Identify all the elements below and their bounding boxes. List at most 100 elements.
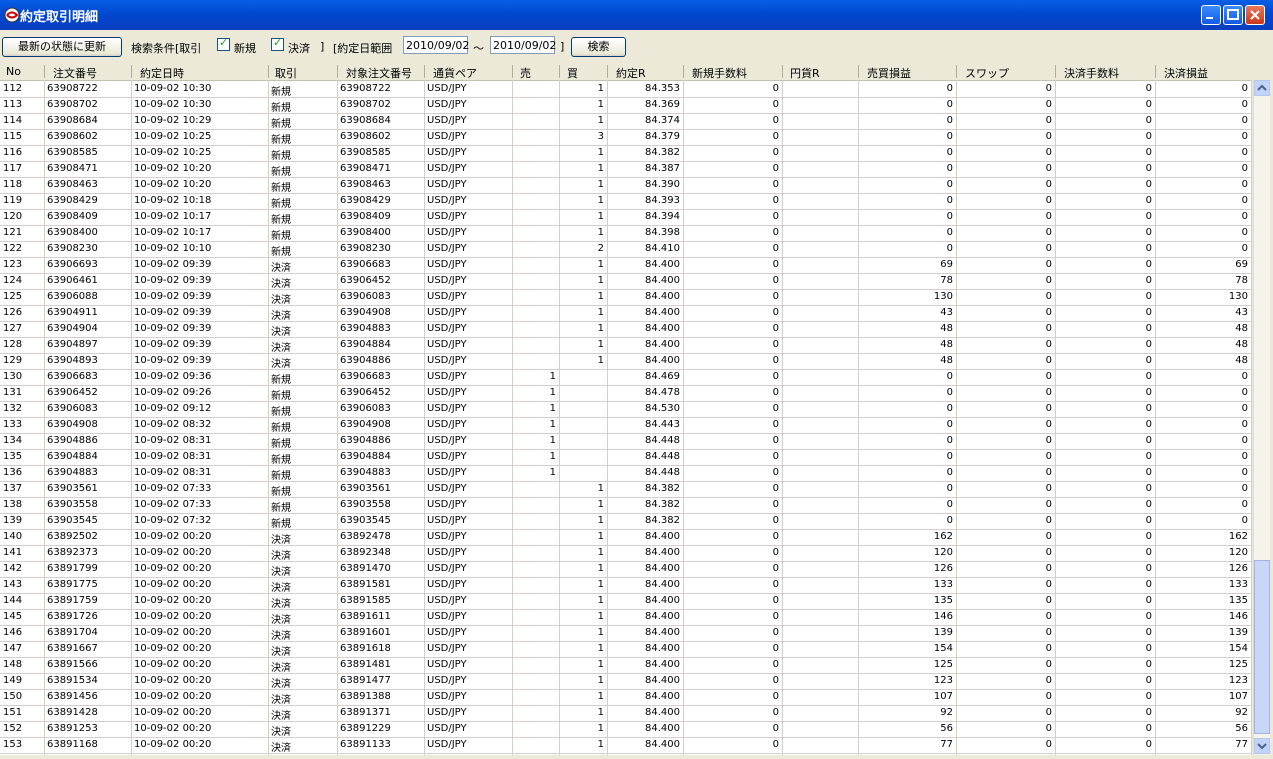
table-row[interactable]: 141 63892373 10-09-02 00:20 決済 63892348 USD/J… xyxy=(0,545,1252,562)
scroll-up-button[interactable] xyxy=(1254,80,1270,96)
column-header[interactable]: 売買損益 xyxy=(867,65,911,80)
table-row[interactable]: 112 63908722 10-09-02 10:30 新規 63908722 USD/J… xyxy=(0,81,1252,98)
table-row[interactable]: 128 63904897 10-09-02 09:39 決済 63904884 USD/J… xyxy=(0,337,1252,354)
column-header[interactable]: 注文番号 xyxy=(53,65,97,80)
table-row[interactable]: 136 63904883 10-09-02 08:31 新規 63904883 USD/J… xyxy=(0,465,1252,482)
table-cell: 0 xyxy=(1241,243,1248,254)
table-row[interactable]: 138 63903558 10-09-02 07:33 新規 63903558 USD/J… xyxy=(0,497,1252,514)
column-header[interactable]: 通貨ペア xyxy=(433,65,477,80)
column-header[interactable]: 新規手数料 xyxy=(692,65,747,80)
table-row[interactable]: 115 63908602 10-09-02 10:25 新規 63908602 USD/J… xyxy=(0,129,1252,146)
column-header[interactable]: 対象注文番号 xyxy=(346,65,412,80)
column-divider[interactable] xyxy=(956,65,957,78)
table-row[interactable]: 124 63906461 10-09-02 09:39 決済 63906452 USD/J… xyxy=(0,273,1252,290)
table-cell: 0 xyxy=(1145,563,1152,574)
table-row[interactable]: 135 63904884 10-09-02 08:31 新規 63904884 USD/J… xyxy=(0,449,1252,466)
new-checkbox[interactable] xyxy=(217,36,230,51)
column-divider[interactable] xyxy=(1055,65,1056,78)
table-row[interactable]: 150 63891456 10-09-02 00:20 決済 63891388 USD/J… xyxy=(0,689,1252,706)
table-row[interactable]: 131 63906452 10-09-02 09:26 新規 63906452 USD/J… xyxy=(0,385,1252,402)
table-row[interactable]: 129 63904893 10-09-02 09:39 決済 63904886 USD/J… xyxy=(0,353,1252,370)
table-row[interactable]: 152 63891253 10-09-02 00:20 決済 63891229 USD/J… xyxy=(0,721,1252,738)
title-bar[interactable]: 約定取引明細 xyxy=(0,0,1273,30)
table-row[interactable]: 151 63891428 10-09-02 00:20 決済 63891371 USD/J… xyxy=(0,705,1252,722)
column-divider[interactable] xyxy=(337,65,338,78)
scroll-thumb[interactable] xyxy=(1254,560,1270,734)
table-row[interactable]: 145 63891726 10-09-02 00:20 決済 63891611 USD/J… xyxy=(0,609,1252,626)
column-header[interactable]: 約定日時 xyxy=(140,65,184,80)
trade-table[interactable]: No 注文番号 約定日時 取引 対象注文番号 通貨ペア 売 買 約定R 新規手数料 円貨R 売買損益 ス… xyxy=(0,63,1252,755)
column-header[interactable]: スワップ xyxy=(965,65,1009,80)
column-header[interactable]: 決済損益 xyxy=(1164,65,1208,80)
column-divider[interactable] xyxy=(44,65,45,78)
table-cell xyxy=(785,323,855,336)
minimize-button[interactable] xyxy=(1201,5,1221,25)
column-header[interactable]: 決済手数料 xyxy=(1064,65,1119,80)
table-row[interactable]: 123 63906693 10-09-02 09:39 決済 63906683 USD/J… xyxy=(0,257,1252,274)
table-row[interactable]: 146 63891704 10-09-02 00:20 決済 63891601 USD/J… xyxy=(0,625,1252,642)
column-header[interactable]: 約定R xyxy=(616,65,646,80)
vertical-scrollbar[interactable] xyxy=(1253,80,1270,755)
table-row[interactable]: 139 63903545 10-09-02 07:32 新規 63903545 USD/J… xyxy=(0,513,1252,530)
table-row[interactable]: 134 63904886 10-09-02 08:31 新規 63904886 USD/J… xyxy=(0,433,1252,450)
table-cell: 63908409 xyxy=(47,211,98,222)
column-header[interactable]: 取引 xyxy=(275,65,297,80)
table-row[interactable]: 117 63908471 10-09-02 10:20 新規 63908471 USD/J… xyxy=(0,161,1252,178)
table-row[interactable]: 144 63891759 10-09-02 00:20 決済 63891585 USD/J… xyxy=(0,593,1252,610)
table-row[interactable]: 120 63908409 10-09-02 10:17 新規 63908409 USD/J… xyxy=(0,209,1252,226)
date-from-field[interactable]: 2010/09/02 xyxy=(403,36,469,54)
table-row[interactable]: 119 63908429 10-09-02 10:18 新規 63908429 USD/J… xyxy=(0,193,1252,210)
table-cell xyxy=(785,83,855,96)
column-divider[interactable] xyxy=(424,65,425,78)
table-row[interactable]: 118 63908463 10-09-02 10:20 新規 63908463 USD/J… xyxy=(0,177,1252,194)
table-cell: 63891726 xyxy=(47,611,98,622)
table-row[interactable]: 133 63904908 10-09-02 08:32 新規 63904908 USD/J… xyxy=(0,417,1252,434)
refresh-button[interactable]: 最新の状態に更新 xyxy=(2,37,122,57)
table-row[interactable]: 148 63891566 10-09-02 00:20 決済 63891481 USD/J… xyxy=(0,657,1252,674)
close-button[interactable] xyxy=(1245,5,1265,25)
table-row[interactable]: 142 63891799 10-09-02 00:20 決済 63891470 USD/J… xyxy=(0,561,1252,578)
search-button[interactable]: 検索 xyxy=(571,37,626,57)
column-divider[interactable] xyxy=(131,65,132,78)
table-row[interactable]: 137 63903561 10-09-02 07:33 新規 63903561 USD/J… xyxy=(0,481,1252,498)
table-row[interactable]: 132 63906083 10-09-02 09:12 新規 63906083 USD/J… xyxy=(0,401,1252,418)
column-divider[interactable] xyxy=(512,65,513,78)
table-cell xyxy=(785,531,855,544)
table-row[interactable]: 122 63908230 10-09-02 10:10 新規 63908230 USD/J… xyxy=(0,241,1252,258)
settle-checkbox[interactable] xyxy=(271,36,284,51)
table-cell: 決済 xyxy=(271,535,291,544)
column-header[interactable]: 売 xyxy=(520,65,531,80)
table-cell: 84.369 xyxy=(645,99,680,110)
column-header[interactable]: No xyxy=(6,65,21,79)
table-cell: 10-09-02 00:20 xyxy=(134,563,212,574)
table-row[interactable]: 147 63891667 10-09-02 00:20 決済 63891618 USD/J… xyxy=(0,641,1252,658)
column-divider[interactable] xyxy=(858,65,859,78)
column-divider[interactable] xyxy=(268,65,269,78)
table-row[interactable]: 149 63891534 10-09-02 00:20 決済 63891477 USD/J… xyxy=(0,673,1252,690)
table-row[interactable]: 140 63892502 10-09-02 00:20 決済 63892478 USD/J… xyxy=(0,529,1252,546)
table-cell: 0 xyxy=(1045,99,1052,110)
column-header[interactable]: 円貨R xyxy=(790,65,820,80)
table-row[interactable]: 143 63891775 10-09-02 00:20 決済 63891581 USD/J… xyxy=(0,577,1252,594)
column-divider[interactable] xyxy=(683,65,684,78)
table-cell: 0 xyxy=(1045,675,1052,686)
maximize-button[interactable] xyxy=(1223,5,1243,25)
column-divider[interactable] xyxy=(559,65,560,78)
table-row[interactable]: 114 63908684 10-09-02 10:29 新規 63908684 USD/J… xyxy=(0,113,1252,130)
table-row[interactable]: 130 63906683 10-09-02 09:36 新規 63906683 USD/J… xyxy=(0,369,1252,386)
column-divider[interactable] xyxy=(1155,65,1156,78)
column-divider[interactable] xyxy=(607,65,608,78)
table-row[interactable]: 125 63906088 10-09-02 09:39 決済 63906083 USD/J… xyxy=(0,289,1252,306)
column-header[interactable]: 買 xyxy=(567,65,578,80)
table-row[interactable]: 127 63904904 10-09-02 09:39 決済 63904883 USD/J… xyxy=(0,321,1252,338)
table-row[interactable]: 121 63908400 10-09-02 10:17 新規 63908400 USD/J… xyxy=(0,225,1252,242)
column-divider[interactable] xyxy=(782,65,783,78)
table-cell xyxy=(515,179,556,192)
table-row[interactable]: 113 63908702 10-09-02 10:30 新規 63908702 USD/J… xyxy=(0,97,1252,114)
table-row[interactable]: 126 63904911 10-09-02 09:39 決済 63904908 USD/J… xyxy=(0,305,1252,322)
table-row[interactable]: 153 63891168 10-09-02 00:20 決済 63891133 USD/J… xyxy=(0,737,1252,754)
table-cell: 63903558 xyxy=(47,499,98,510)
scroll-down-button[interactable] xyxy=(1254,738,1270,754)
date-to-field[interactable]: 2010/09/02 xyxy=(490,36,556,54)
table-row[interactable]: 116 63908585 10-09-02 10:25 新規 63908585 USD/J… xyxy=(0,145,1252,162)
